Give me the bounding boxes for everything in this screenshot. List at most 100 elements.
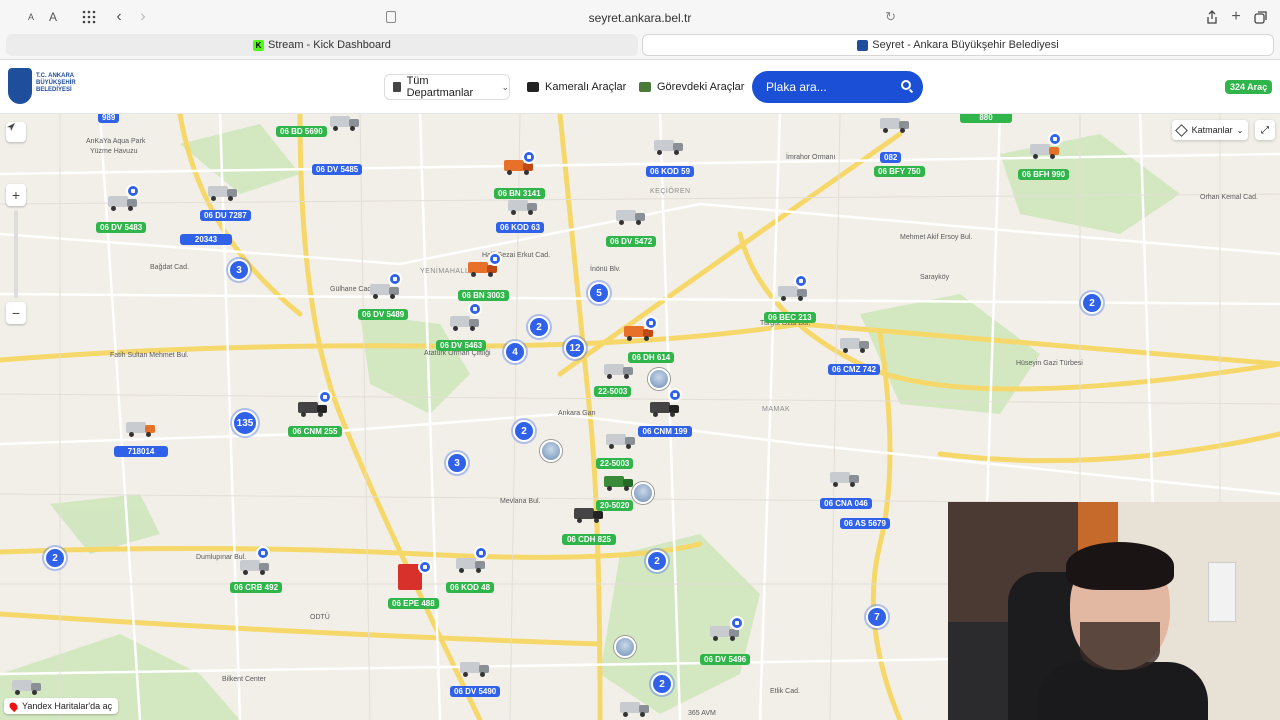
reload-icon[interactable]: ↻ <box>885 9 896 25</box>
tab-seyret[interactable]: Seyret - Ankara Büyükşehir Belediyesi <box>642 34 1274 56</box>
camera-badge-icon[interactable] <box>468 302 482 316</box>
search-icon[interactable] <box>901 80 911 90</box>
camera-photo-marker[interactable] <box>648 368 670 390</box>
cluster-marker[interactable]: 2 <box>44 547 66 569</box>
truck-icon[interactable] <box>330 114 360 131</box>
truck-icon[interactable] <box>460 660 490 677</box>
truck-icon[interactable] <box>620 700 650 717</box>
camera-badge-icon[interactable] <box>388 272 402 286</box>
cluster-marker[interactable]: 5 <box>588 282 610 304</box>
tabs-overview-icon[interactable] <box>1252 8 1268 26</box>
department-select[interactable]: Tüm Departmanlar ⌄ <box>384 74 510 100</box>
truck-icon[interactable] <box>880 116 910 133</box>
camera-badge-icon[interactable] <box>488 252 502 266</box>
address-bar[interactable]: seyret.ankara.bel.tr ↻ <box>380 8 900 28</box>
vehicle-label[interactable]: 06 KOD 59 <box>646 166 695 177</box>
vehicle-label[interactable]: 22-5003 <box>594 386 632 397</box>
truck-icon[interactable] <box>208 184 238 201</box>
truck-icon[interactable] <box>450 314 480 331</box>
grid-icon[interactable] <box>80 8 98 26</box>
cluster-marker[interactable]: 4 <box>504 341 526 363</box>
truck-icon[interactable] <box>650 400 680 417</box>
cluster-marker[interactable]: 2 <box>513 420 535 442</box>
back-icon[interactable]: ‹ <box>112 8 126 26</box>
vehicle-label[interactable]: 718014 <box>114 446 168 457</box>
cluster-marker[interactable]: 7 <box>866 606 888 628</box>
truck-icon[interactable] <box>604 362 634 379</box>
cluster-marker[interactable]: 2 <box>646 550 668 572</box>
camera-badge-icon[interactable] <box>318 390 332 404</box>
open-in-yandex-link[interactable]: Yandex Haritalar'da aç <box>4 698 119 714</box>
vehicle-label[interactable]: 06 BN 3003 <box>458 290 509 301</box>
truck-icon[interactable] <box>574 506 604 523</box>
cluster-marker[interactable]: 12 <box>564 337 586 359</box>
vehicle-label[interactable]: 06 DV 5463 <box>436 340 487 351</box>
locate-icon[interactable] <box>6 122 26 142</box>
camera-badge-icon[interactable] <box>668 388 682 402</box>
vehicle-label[interactable]: 06 BFH 990 <box>1018 169 1070 180</box>
vehicle-label[interactable]: 22-5003 <box>596 458 634 469</box>
vehicle-label[interactable]: 06 AS 5679 <box>840 518 890 529</box>
vehicle-label[interactable]: 989 <box>98 114 120 123</box>
vehicle-label[interactable]: 06 CRB 492 <box>230 582 283 593</box>
vehicle-label[interactable]: 20343 <box>180 234 232 245</box>
cluster-marker[interactable]: 135 <box>232 410 258 436</box>
truck-icon[interactable] <box>240 558 270 575</box>
camera-badge-icon[interactable] <box>418 560 432 574</box>
vehicle-label[interactable]: 06 DV 5485 <box>312 164 363 175</box>
vehicle-label[interactable]: 06 BFY 750 <box>874 166 925 177</box>
truck-icon[interactable] <box>830 470 860 487</box>
truck-icon[interactable] <box>604 474 634 491</box>
vehicle-label[interactable]: 06 DV 5472 <box>606 236 657 247</box>
vehicle-label[interactable]: 06 KOD 63 <box>496 222 545 233</box>
truck-icon[interactable] <box>126 420 156 437</box>
vehicle-label[interactable]: 06 DV 5496 <box>700 654 751 665</box>
camera-badge-icon[interactable] <box>474 546 488 560</box>
camera-photo-marker[interactable] <box>614 636 636 658</box>
plate-search-input[interactable]: Plaka ara... <box>752 71 923 103</box>
zoom-slider[interactable] <box>14 210 18 298</box>
cluster-marker[interactable]: 2 <box>651 673 673 695</box>
vehicle-label[interactable]: 06 CNM 199 <box>638 426 692 437</box>
vehicle-label[interactable]: 06 DV 5489 <box>358 309 409 320</box>
vehicle-label[interactable]: 06 DV 5490 <box>450 686 501 697</box>
vehicle-label[interactable]: 06 BD 5690 <box>276 126 327 137</box>
abb-logo[interactable] <box>8 68 32 104</box>
vehicle-label[interactable]: 082 <box>880 152 902 163</box>
text-larger-button[interactable]: A <box>46 8 60 26</box>
vehicle-label[interactable]: 06 CNM 255 <box>288 426 342 437</box>
new-tab-icon[interactable]: + <box>1228 8 1244 26</box>
camera-badge-icon[interactable] <box>730 616 744 630</box>
vehicle-label[interactable]: 06 EPE 488 <box>388 598 439 609</box>
zoom-in-button[interactable]: + <box>6 184 26 206</box>
vehicle-label[interactable]: 06 KOD 48 <box>446 582 495 593</box>
vehicle-label[interactable]: 06 DV 5483 <box>96 222 147 233</box>
truck-icon[interactable] <box>606 432 636 449</box>
cluster-marker[interactable]: 2 <box>1081 292 1103 314</box>
cluster-marker[interactable]: 3 <box>446 452 468 474</box>
truck-icon[interactable] <box>508 198 538 215</box>
vehicle-label[interactable]: 06 CDH 825 <box>562 534 616 545</box>
cluster-marker[interactable]: 2 <box>528 316 550 338</box>
vehicle-label[interactable]: 06 DU 7287 <box>200 210 251 221</box>
text-smaller-button[interactable]: A <box>24 8 38 26</box>
cluster-marker[interactable]: 3 <box>228 259 250 281</box>
truck-icon[interactable] <box>840 336 870 353</box>
nav-on-duty-vehicles[interactable]: Görevdeki Araçlar <box>639 74 744 100</box>
camera-photo-marker[interactable] <box>632 482 654 504</box>
layers-button[interactable]: Katmanlar ⌄ <box>1172 120 1248 140</box>
truck-icon[interactable] <box>654 138 684 155</box>
nav-camera-vehicles[interactable]: Kameralı Araçlar <box>527 74 626 100</box>
vehicle-label[interactable]: 06 CMZ 742 <box>828 364 881 375</box>
tab-kick-dashboard[interactable]: K Stream - Kick Dashboard <box>6 34 638 56</box>
camera-photo-marker[interactable] <box>540 440 562 462</box>
vehicle-label[interactable]: 06 CNA 046 <box>820 498 872 509</box>
vehicle-label[interactable]: 880 <box>960 114 1012 123</box>
vehicle-label[interactable]: 06 DH 614 <box>628 352 675 363</box>
fullscreen-icon[interactable]: ⤢ <box>1255 120 1275 140</box>
camera-badge-icon[interactable] <box>522 150 536 164</box>
forward-icon[interactable]: › <box>136 8 150 26</box>
camera-badge-icon[interactable] <box>126 184 140 198</box>
camera-badge-icon[interactable] <box>256 546 270 560</box>
camera-badge-icon[interactable] <box>1048 132 1062 146</box>
